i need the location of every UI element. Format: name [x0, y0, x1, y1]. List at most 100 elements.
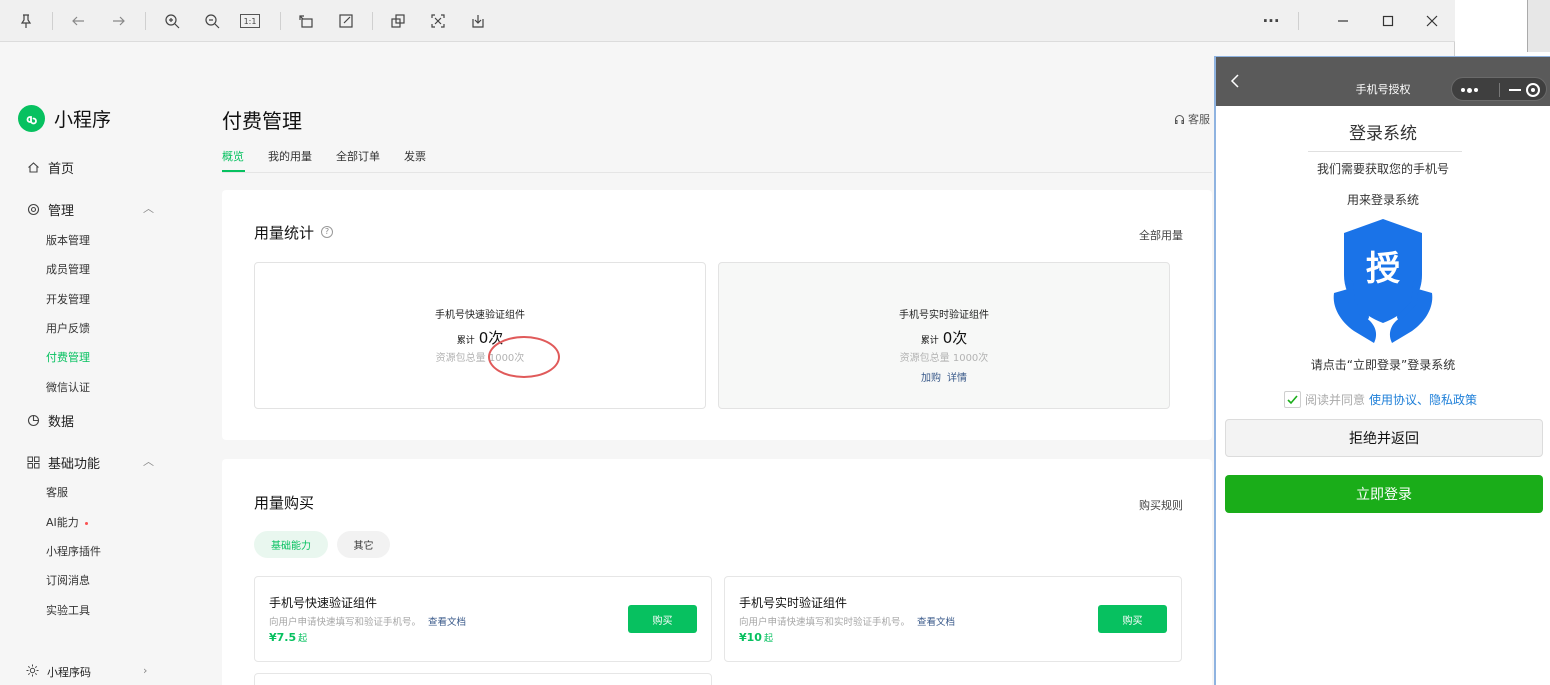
more-icon[interactable]: ··· — [1259, 9, 1283, 33]
sidebar-item-ai[interactable]: AI能力 — [46, 514, 88, 530]
tab-my-usage[interactable]: 我的用量 — [268, 148, 312, 164]
miniprogram-simulator: 手机号授权 登录系统 我们需要获取您的手机号 用来登录系统 授 请点击“立即登录… — [1214, 56, 1550, 685]
agreement-row: 阅读并同意 使用协议、隐私政策 — [1284, 391, 1477, 408]
buy-button[interactable]: 购买 — [1098, 605, 1167, 633]
actual-size-icon[interactable]: 1:1 — [240, 14, 260, 28]
sidebar-item-home[interactable]: 首页 — [26, 158, 74, 177]
sidebar-item-basic[interactable]: 基础功能 — [26, 453, 100, 472]
close-icon[interactable] — [1420, 9, 1444, 33]
stat-box-realtime-verify: 手机号实时验证组件 累计 0次 资源包总量 1000次 加购 详情 — [718, 262, 1170, 409]
login-title: 登录系统 — [1349, 124, 1417, 144]
sidebar-item-payment[interactable]: 付费管理 — [46, 349, 90, 365]
purchase-item-realtime-verify: 手机号实时验证组件 向用户申请快速填写和实时验证手机号。 查看文档 ¥10 起 购买 — [724, 576, 1182, 662]
sidebar-item-dev[interactable]: 开发管理 — [46, 291, 90, 307]
stat-count-prefix: 累计 — [456, 336, 475, 346]
sidebar-item-service[interactable]: 客服 — [46, 484, 68, 500]
settings-icon — [26, 203, 40, 217]
agreement-checkbox[interactable] — [1284, 391, 1301, 408]
price-value: ¥10 — [739, 631, 762, 644]
sidebar-item-label: 基础功能 — [48, 457, 101, 472]
details-link[interactable]: 详情 — [947, 373, 967, 384]
capsule-divider — [1499, 83, 1500, 97]
sidebar-item-plugins[interactable]: 小程序插件 — [46, 543, 101, 559]
tab-invoice[interactable]: 发票 — [404, 148, 426, 164]
sidebar-item-certification[interactable]: 微信认证 — [46, 379, 90, 395]
zoom-out-icon[interactable] — [200, 9, 224, 33]
capsule-more-icon[interactable] — [1461, 87, 1478, 93]
scan-icon[interactable] — [426, 9, 450, 33]
login-now-button[interactable]: 立即登录 — [1225, 475, 1543, 513]
purchase-item-desc: 向用户申请快速填写和验证手机号。 查看文档 — [269, 614, 466, 628]
toolbar-divider — [280, 12, 281, 30]
authorize-character: 授 — [1366, 249, 1400, 289]
sidebar: 小程序 首页 管理 ︿ 版本管理 成员管理 开发管理 用户反馈 付费管理 微信认… — [0, 86, 200, 685]
view-docs-link[interactable]: 查看文档 — [428, 617, 466, 628]
stat-box-quick-verify: 手机号快速验证组件 累计 0次 资源包总量 1000次 — [254, 262, 706, 409]
purchase-item-quick-verify: 手机号快速验证组件 向用户申请快速填写和验证手机号。 查看文档 ¥7.5 起 购买 — [254, 576, 712, 662]
view-docs-link[interactable]: 查看文档 — [917, 617, 955, 628]
rotate-icon[interactable] — [294, 9, 318, 33]
purchase-item-name: 手机号快速验证组件 — [269, 596, 378, 610]
sidebar-item-label: AI能力 — [46, 516, 79, 529]
sidebar-item-members[interactable]: 成员管理 — [46, 261, 90, 277]
sidebar-item-qrcode[interactable]: 小程序码 — [26, 664, 91, 680]
capsule-menu — [1451, 77, 1547, 101]
capsule-minimize-icon[interactable] — [1509, 89, 1521, 91]
home-icon — [26, 161, 40, 175]
all-usage-link[interactable]: 全部用量 — [1139, 227, 1183, 243]
chevron-right-icon[interactable]: › — [143, 664, 147, 677]
checkmark-icon — [1287, 395, 1298, 405]
tab-bar: 概览 我的用量 全部订单 发票 — [222, 146, 1212, 173]
apps-grid-icon — [26, 456, 40, 470]
chevron-up-icon[interactable]: ︿ — [143, 200, 154, 216]
agreement-links[interactable]: 使用协议、隐私政策 — [1369, 391, 1477, 408]
tab-overview[interactable]: 概览 — [222, 148, 244, 164]
back-arrow-icon[interactable] — [66, 9, 90, 33]
notification-dot — [84, 521, 88, 525]
sidebar-item-version[interactable]: 版本管理 — [46, 232, 90, 248]
sidebar-item-manage[interactable]: 管理 — [26, 200, 74, 219]
toolbar-divider — [372, 12, 373, 30]
miniprogram-logo-icon — [18, 105, 45, 132]
extract-text-icon[interactable] — [386, 9, 410, 33]
price-unit: 起 — [298, 634, 308, 644]
pin-icon[interactable] — [14, 9, 38, 33]
sidebar-item-data[interactable]: 数据 — [26, 411, 74, 430]
highlight-annotation-ellipse — [488, 336, 560, 378]
pill-basic[interactable]: 基础能力 — [254, 531, 328, 558]
purchase-item-partial — [254, 673, 712, 685]
stat-actions: 加购 详情 — [719, 369, 1169, 384]
chevron-up-icon[interactable]: ︿ — [143, 453, 154, 469]
add-purchase-link[interactable]: 加购 — [921, 373, 941, 384]
sidebar-item-lab[interactable]: 实验工具 — [46, 602, 90, 618]
sim-navigation-bar: 手机号授权 — [1216, 57, 1550, 106]
authorize-shield-icon: 授 — [1330, 217, 1436, 349]
sun-icon — [26, 664, 39, 680]
purchase-item-name: 手机号实时验证组件 — [739, 596, 848, 610]
stat-pack-total: 资源包总量 1000次 — [435, 353, 525, 364]
sidebar-item-label: 小程序码 — [47, 666, 91, 679]
active-tab-indicator — [222, 170, 245, 172]
need-phone-text: 我们需要获取您的手机号 — [1316, 162, 1449, 176]
download-icon[interactable] — [466, 9, 490, 33]
purchase-item-desc-text: 向用户申请快速填写和实时验证手机号。 — [739, 617, 911, 628]
purchase-rules-link[interactable]: 购买规则 — [1139, 497, 1183, 513]
buy-button[interactable]: 购买 — [628, 605, 697, 633]
reject-return-button[interactable]: 拒绝并返回 — [1225, 419, 1543, 457]
sidebar-item-subscribe[interactable]: 订阅消息 — [46, 572, 90, 588]
help-icon[interactable]: ? — [321, 225, 334, 238]
customer-service-link[interactable]: 客服 — [1174, 111, 1210, 127]
toolbar-divider — [145, 12, 146, 30]
pill-other[interactable]: 其它 — [337, 531, 390, 558]
edit-icon[interactable] — [334, 9, 358, 33]
zoom-in-icon[interactable] — [160, 9, 184, 33]
stat-pack-total: 资源包总量 1000次 — [899, 353, 989, 364]
minimize-icon[interactable] — [1331, 9, 1355, 33]
maximize-icon[interactable] — [1376, 9, 1400, 33]
stat-count: 累计 0次 — [255, 327, 705, 348]
capsule-close-icon[interactable] — [1526, 83, 1540, 97]
sidebar-item-feedback[interactable]: 用户反馈 — [46, 320, 90, 336]
app-logo[interactable]: 小程序 — [18, 105, 111, 132]
forward-arrow-icon[interactable] — [107, 9, 131, 33]
tab-all-orders[interactable]: 全部订单 — [336, 148, 380, 164]
